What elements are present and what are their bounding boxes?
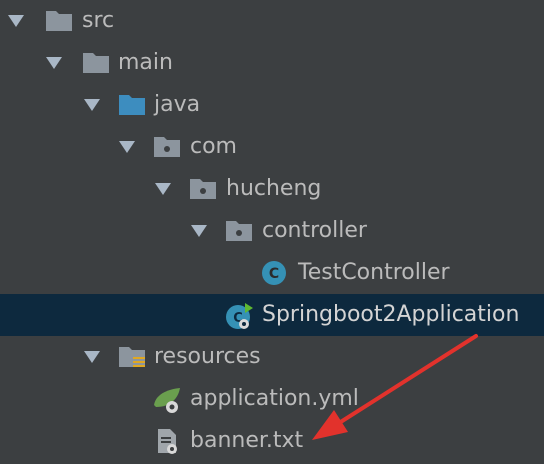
spring-config-icon [152,385,182,413]
project-tree: src main java com hucheng controller C T… [0,0,544,464]
tree-node-controller[interactable]: controller [0,210,544,252]
tree-node-com[interactable]: com [0,126,544,168]
tree-node-banner-txt[interactable]: banner.txt [0,420,544,462]
folder-icon [44,7,74,35]
tree-node-java[interactable]: java [0,84,544,126]
tree-node-testcontroller[interactable]: C TestController [0,252,544,294]
chevron-down-icon[interactable] [8,15,24,27]
tree-node-label: main [118,50,173,75]
package-icon [188,175,218,203]
tree-node-label: controller [262,218,367,243]
tree-node-application-yml[interactable]: application.yml [0,378,544,420]
tree-node-resources[interactable]: resources [0,336,544,378]
tree-node-springboot2application[interactable]: C Springboot2Application [0,294,544,336]
chevron-down-icon[interactable] [46,57,62,69]
tree-node-label: src [82,8,115,33]
tree-node-label: com [190,134,237,159]
tree-node-main[interactable]: main [0,42,544,84]
tree-node-label: resources [154,344,261,369]
tree-node-label: banner.txt [190,428,304,453]
tree-node-hucheng[interactable]: hucheng [0,168,544,210]
folder-icon [81,49,111,77]
chevron-down-icon[interactable] [155,183,171,195]
tree-node-src[interactable]: src [0,0,544,42]
tree-node-label: TestController [298,260,450,285]
svg-text:C: C [269,266,279,282]
tree-node-label: application.yml [190,386,359,411]
tree-node-label: hucheng [226,176,322,201]
source-folder-icon [117,91,147,119]
chevron-down-icon[interactable] [119,141,135,153]
package-icon [224,217,254,245]
chevron-down-icon[interactable] [84,351,100,363]
resources-folder-icon [117,343,147,371]
spring-boot-class-icon: C [224,301,254,329]
chevron-down-icon[interactable] [191,225,207,237]
tree-node-label: java [154,92,201,117]
package-icon [152,133,182,161]
tree-node-label: Springboot2Application [262,302,520,327]
chevron-down-icon[interactable] [84,99,100,111]
java-class-icon: C [259,259,289,287]
text-file-icon [152,427,182,455]
